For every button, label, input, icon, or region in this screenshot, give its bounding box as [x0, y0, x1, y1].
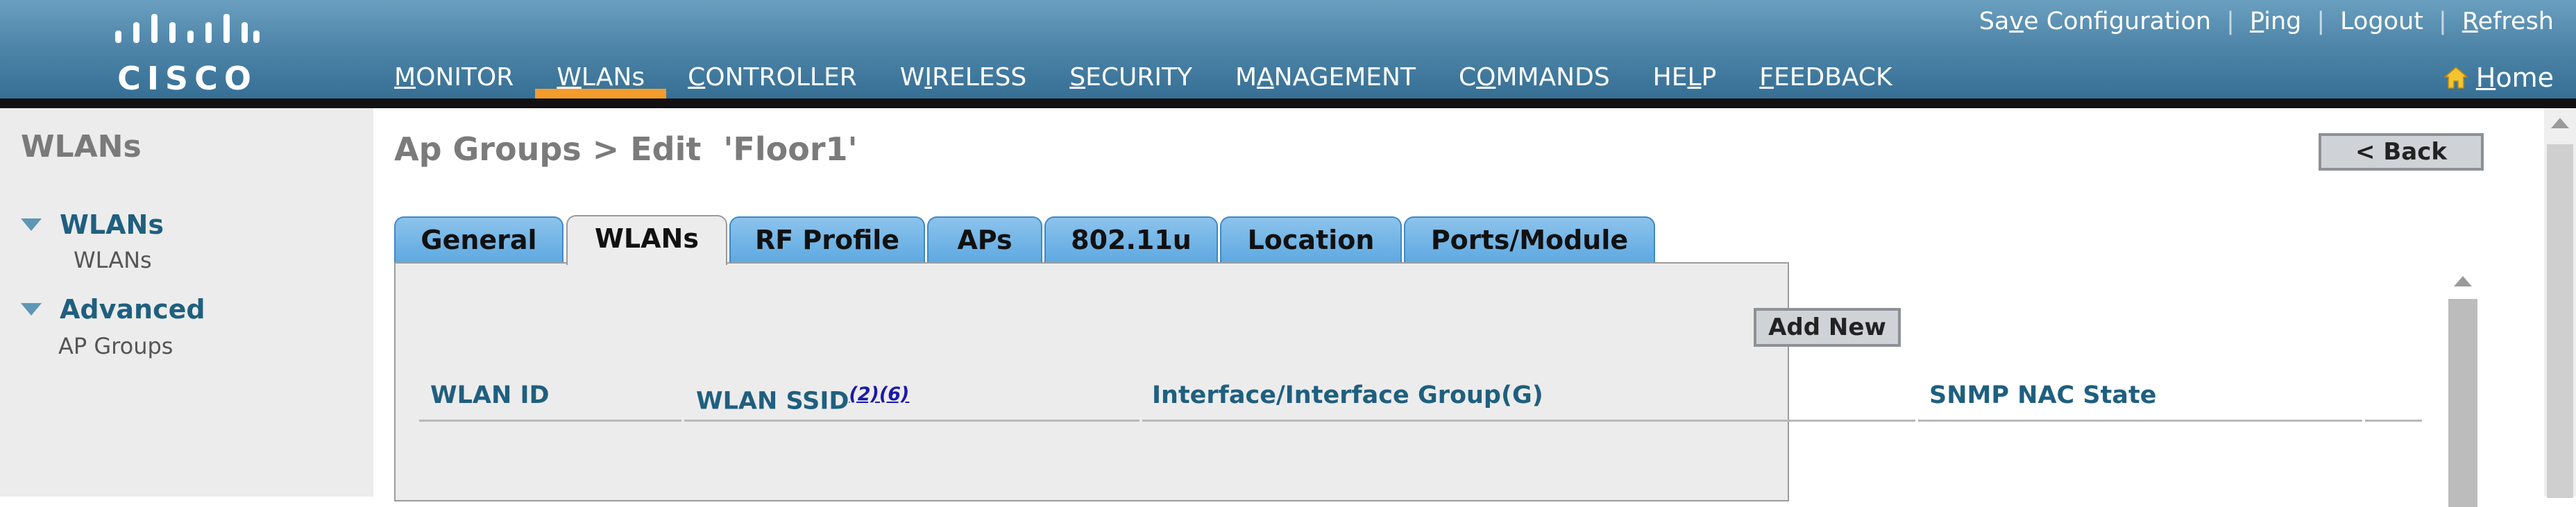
tab-content-panel [394, 262, 1789, 501]
sidebar-section-wlans[interactable]: WLANs [21, 209, 164, 240]
tab-ports-module[interactable]: Ports/Module [1404, 216, 1655, 262]
page-scrollbar[interactable] [2544, 108, 2576, 498]
column-divider [1918, 420, 2362, 422]
nav-controller[interactable]: CONTROLLER [666, 58, 879, 98]
column-divider [419, 420, 681, 422]
page-title: Ap Groups > Edit 'Floor1' [394, 130, 858, 168]
brand-name: CISCO [117, 60, 257, 97]
sidebar: WLANs WLANs WLANs Advanced AP Groups [0, 108, 373, 497]
scrollbar-thumb[interactable] [2547, 144, 2573, 498]
tab-802-11u[interactable]: 802.11u [1044, 216, 1218, 262]
sidebar-section-advanced[interactable]: Advanced [21, 294, 205, 325]
top-header: CISCO Save Configuration | Ping | Logout… [0, 0, 2576, 98]
add-new-button[interactable]: Add New [1754, 308, 1901, 347]
expand-triangle-icon [21, 218, 42, 231]
separator: | [2316, 8, 2325, 35]
column-divider [1142, 420, 1915, 422]
nav-management[interactable]: MANAGEMENT [1214, 58, 1437, 98]
scroll-up-arrow-icon[interactable] [2551, 118, 2569, 128]
refresh-label: Refresh [2461, 8, 2554, 35]
sidebar-section-label: Advanced [60, 294, 205, 325]
nav-security[interactable]: SECURITY [1048, 58, 1214, 98]
cisco-bridge-icon [115, 14, 260, 43]
main-nav: MONITOR WLANs CONTROLLER WIRELESS SECURI… [382, 58, 1914, 98]
back-button[interactable]: < Back [2319, 133, 2484, 171]
expand-triangle-icon [21, 303, 42, 316]
sidebar-section-label: WLANs [60, 209, 164, 240]
sidebar-title: WLANs [21, 129, 142, 164]
nav-feedback[interactable]: FEEDBACK [1738, 58, 1913, 98]
nav-monitor[interactable]: MONITOR [382, 58, 535, 98]
column-header-interface[interactable]: Interface/Interface Group(G) [1152, 381, 1543, 409]
column-header-wlan-ssid[interactable]: WLAN SSID(2)(6) [696, 381, 909, 415]
column-header-snmp-nac-state[interactable]: SNMP NAC State [1929, 381, 2156, 409]
ping-label: Ping [2249, 8, 2302, 35]
tab-rf-profile[interactable]: RF Profile [729, 216, 925, 262]
column-divider [2365, 420, 2422, 422]
column-divider [684, 420, 1139, 422]
ping-link[interactable]: Ping [2250, 8, 2301, 35]
nav-wlans[interactable]: WLANs [535, 58, 666, 98]
utility-links: Save Configuration | Ping | Logout | Ref… [1979, 6, 2554, 37]
tab-aps[interactable]: APs [927, 216, 1042, 262]
home-label: Home [2475, 62, 2554, 93]
tab-wlans[interactable]: WLANs [566, 215, 727, 265]
wlan-ssid-label: WLAN SSID [696, 387, 849, 415]
sidebar-item-ap-groups[interactable]: AP Groups [58, 333, 173, 359]
tab-location[interactable]: Location [1220, 216, 1402, 262]
logout-label: Logout [2340, 8, 2424, 35]
house-icon [2443, 67, 2468, 89]
separator: | [2226, 8, 2235, 35]
scrollbar-thumb[interactable] [2448, 299, 2477, 507]
refresh-link[interactable]: Refresh [2462, 8, 2554, 35]
header-divider [0, 98, 2576, 108]
tab-general[interactable]: General [394, 216, 564, 262]
nav-help[interactable]: HELP [1632, 58, 1738, 98]
save-configuration-link[interactable]: Save Configuration [1979, 8, 2211, 35]
panel-scrollbar[interactable] [2447, 269, 2479, 507]
nav-commands[interactable]: COMMANDS [1437, 58, 1632, 98]
ssid-footnote-link[interactable]: (2)(6) [849, 384, 909, 405]
home-link[interactable]: Home [2443, 61, 2554, 94]
separator: | [2439, 8, 2447, 35]
logout-link[interactable]: Logout [2340, 8, 2423, 35]
cisco-logo: CISCO [104, 10, 264, 97]
sidebar-item-wlans[interactable]: WLANs [74, 247, 152, 273]
nav-wireless[interactable]: WIRELESS [879, 58, 1049, 98]
save-configuration-label: Save Configuration [1978, 8, 2212, 35]
column-header-wlan-id[interactable]: WLAN ID [430, 381, 550, 409]
scroll-up-arrow-icon[interactable] [2454, 276, 2472, 286]
